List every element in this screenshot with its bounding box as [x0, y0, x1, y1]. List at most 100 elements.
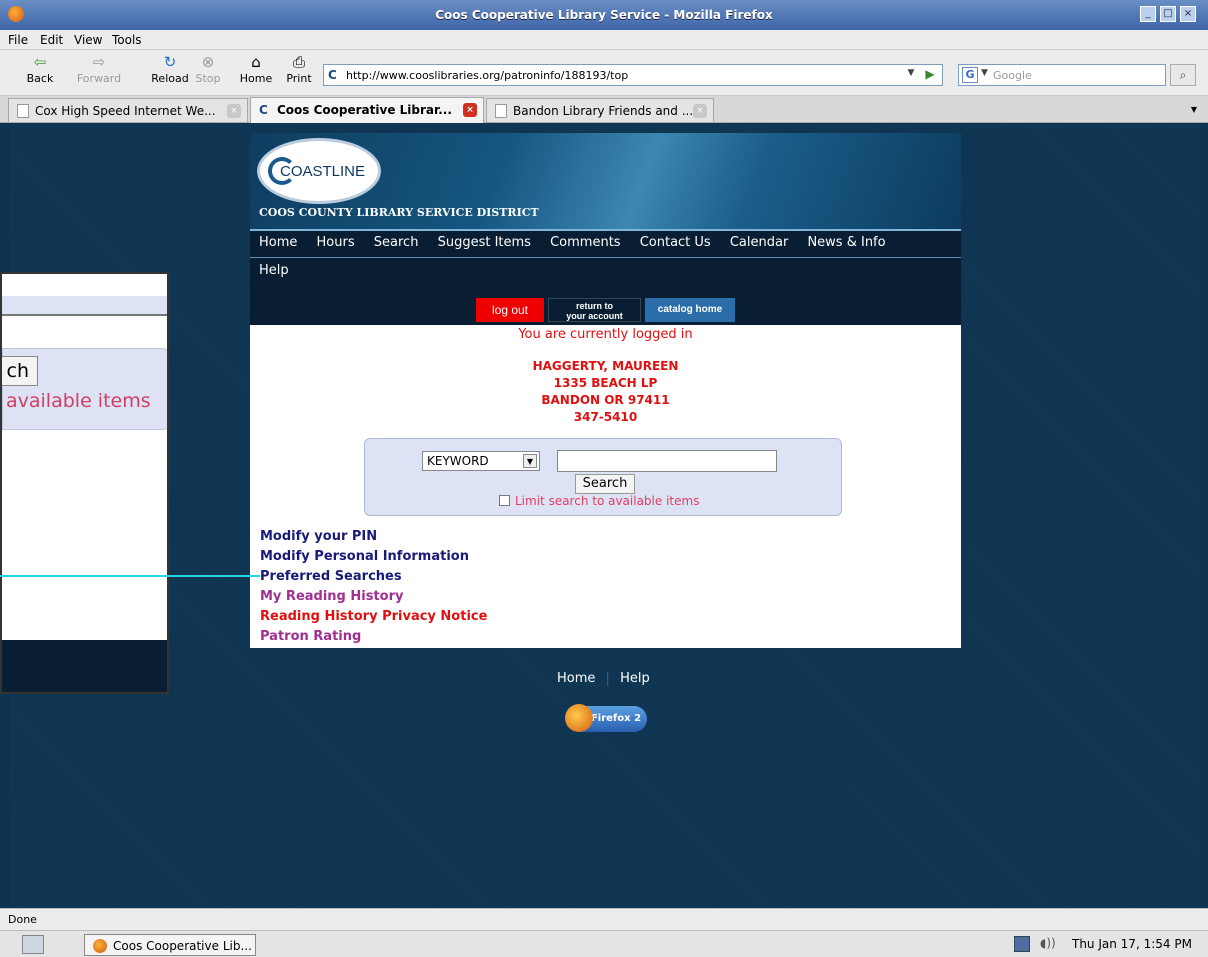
reload-button[interactable]: ↻ Reload: [148, 54, 192, 85]
go-arrow-icon[interactable]: ▶: [922, 67, 938, 83]
logged-in-message: You are currently logged in: [518, 327, 693, 342]
window-title: Coos Cooperative Library Service - Mozil…: [435, 8, 773, 22]
maximize-button[interactable]: □: [1160, 6, 1176, 22]
coastline-favicon: C: [259, 103, 268, 117]
patron-phone: 347-5410: [573, 410, 638, 424]
catalog-home-button[interactable]: catalog home: [645, 298, 735, 322]
patron-city: BANDON OR 97411: [541, 393, 670, 407]
taskbar-window-button[interactable]: Coos Cooperative Lib...: [84, 934, 256, 956]
chevron-down-icon[interactable]: ▼: [523, 454, 537, 468]
zoom-bottom-band: [2, 640, 167, 692]
tab-close-icon[interactable]: ×: [463, 103, 477, 117]
home-icon: ⌂: [251, 53, 261, 71]
logout-button[interactable]: log out: [476, 298, 544, 322]
return-to-account-button[interactable]: return to your account: [548, 298, 641, 322]
tab-cox[interactable]: Cox High Speed Internet We... ×: [8, 98, 248, 122]
stop-icon: ⊗: [201, 53, 215, 71]
clock[interactable]: Thu Jan 17, 1:54 PM: [1072, 937, 1192, 951]
menu-edit[interactable]: Edit: [40, 33, 63, 47]
link-modify-pin[interactable]: Modify your PIN: [260, 527, 487, 547]
nav-suggest-items[interactable]: Suggest Items: [438, 235, 531, 250]
nav-help[interactable]: Help: [259, 263, 289, 278]
search-bar[interactable]: G ▼ Google: [958, 64, 1166, 86]
tab-list-arrow-icon[interactable]: ▼: [1184, 98, 1204, 122]
back-arrow-icon: ⇦: [33, 53, 47, 71]
desktop-icon[interactable]: [22, 935, 44, 954]
patron-info: HAGGERTY, MAUREEN 1335 BEACH LP BANDON O…: [250, 358, 961, 426]
nav-home[interactable]: Home: [259, 235, 297, 250]
status-bar: Done: [0, 908, 1208, 930]
search-go-button[interactable]: ⌕: [1170, 64, 1196, 86]
tab-close-icon[interactable]: ×: [227, 104, 241, 118]
search-index-select[interactable]: KEYWORD ▼: [422, 451, 540, 471]
return-label-2: your account: [566, 311, 623, 321]
nav-comments[interactable]: Comments: [550, 235, 620, 250]
link-privacy-notice[interactable]: Reading History Privacy Notice: [260, 607, 487, 627]
tab-close-icon[interactable]: ×: [693, 104, 707, 118]
firefox-globe-icon: [565, 704, 593, 732]
link-reading-history[interactable]: My Reading History: [260, 587, 487, 607]
limit-checkbox[interactable]: [499, 495, 510, 506]
print-button[interactable]: ⎙ Print: [282, 54, 316, 85]
link-patron-rating[interactable]: Patron Rating: [260, 627, 487, 647]
limit-available-option[interactable]: Limit search to available items: [499, 494, 699, 508]
url-text[interactable]: http://www.cooslibraries.org/patroninfo/…: [346, 69, 628, 82]
navigation-toolbar: ⇦ Back ⇨ Forward ↻ Reload ⊗ Stop ⌂ Home …: [0, 50, 1208, 96]
catalog-search-box: KEYWORD ▼ Search Limit search to availab…: [364, 438, 842, 516]
footer-home-link[interactable]: Home: [557, 671, 595, 686]
menu-bar: File Edit View Tools: [0, 30, 1208, 50]
zoom-callout: ch available items: [0, 272, 169, 694]
search-placeholder[interactable]: Google: [993, 69, 1032, 82]
nav-calendar[interactable]: Calendar: [730, 235, 788, 250]
footer-help-link[interactable]: Help: [620, 671, 650, 686]
link-modify-personal-info[interactable]: Modify Personal Information: [260, 547, 487, 567]
account-links: Modify your PIN Modify Personal Informat…: [260, 527, 487, 647]
nav-divider: [250, 257, 961, 258]
tab-label: Coos Cooperative Librar...: [277, 103, 452, 117]
menu-file[interactable]: File: [8, 33, 28, 47]
magnifier-icon: ⌕: [1179, 68, 1187, 82]
search-button[interactable]: Search: [575, 474, 635, 494]
title-bar: Coos Cooperative Library Service - Mozil…: [0, 0, 1208, 30]
nav-search[interactable]: Search: [374, 235, 419, 250]
firefox-badge[interactable]: Firefox 2: [565, 704, 647, 732]
tab-bandon[interactable]: Bandon Library Friends and ... ×: [486, 98, 714, 122]
library-page: COASTLINE COOS COUNTY LIBRARY SERVICE DI…: [250, 133, 961, 648]
network-icon[interactable]: [1014, 936, 1030, 952]
district-name: COOS COUNTY LIBRARY SERVICE DISTRICT: [259, 206, 539, 219]
nav-news-info[interactable]: News & Info: [807, 235, 885, 250]
stop-button[interactable]: ⊗ Stop: [192, 54, 224, 85]
back-button[interactable]: ⇦ Back: [18, 54, 62, 85]
google-icon[interactable]: G: [962, 67, 978, 83]
tab-label: Bandon Library Friends and ...: [513, 104, 694, 118]
printer-icon: ⎙: [292, 53, 305, 71]
nav-hours[interactable]: Hours: [317, 235, 355, 250]
minimize-button[interactable]: _: [1140, 6, 1156, 22]
callout-pointer-line: [0, 575, 260, 577]
coastline-logo[interactable]: COASTLINE: [260, 141, 378, 201]
url-dropdown-icon[interactable]: ▼: [904, 68, 918, 82]
nav-contact-us[interactable]: Contact Us: [640, 235, 711, 250]
firefox-icon: [93, 939, 107, 953]
url-bar[interactable]: C http://www.cooslibraries.org/patroninf…: [323, 64, 943, 86]
search-index-value: KEYWORD: [427, 454, 489, 468]
zoom-limit-text: available items: [6, 390, 151, 412]
tab-bar: Cox High Speed Internet We... × C Coos C…: [0, 96, 1208, 123]
home-button[interactable]: ⌂ Home: [236, 54, 276, 85]
taskbar: Coos Cooperative Lib... ◖)) Thu Jan 17, …: [0, 930, 1208, 957]
page-icon: [495, 104, 507, 118]
site-banner: COASTLINE COOS COUNTY LIBRARY SERVICE DI…: [250, 133, 961, 229]
search-input[interactable]: [557, 450, 777, 472]
menu-view[interactable]: View: [74, 33, 102, 47]
home-label: Home: [239, 72, 273, 85]
close-button[interactable]: ×: [1180, 6, 1196, 22]
volume-icon[interactable]: ◖)): [1040, 936, 1062, 952]
forward-button[interactable]: ⇨ Forward: [74, 54, 124, 85]
return-label-1: return to: [576, 301, 613, 311]
limit-label: Limit search to available items: [515, 494, 700, 508]
link-preferred-searches[interactable]: Preferred Searches: [260, 567, 487, 587]
tab-coos[interactable]: C Coos Cooperative Librar... ×: [250, 97, 484, 123]
search-engine-dropdown-icon[interactable]: ▼: [981, 68, 988, 78]
menu-tools[interactable]: Tools: [112, 33, 142, 47]
zoom-band: [2, 296, 167, 316]
